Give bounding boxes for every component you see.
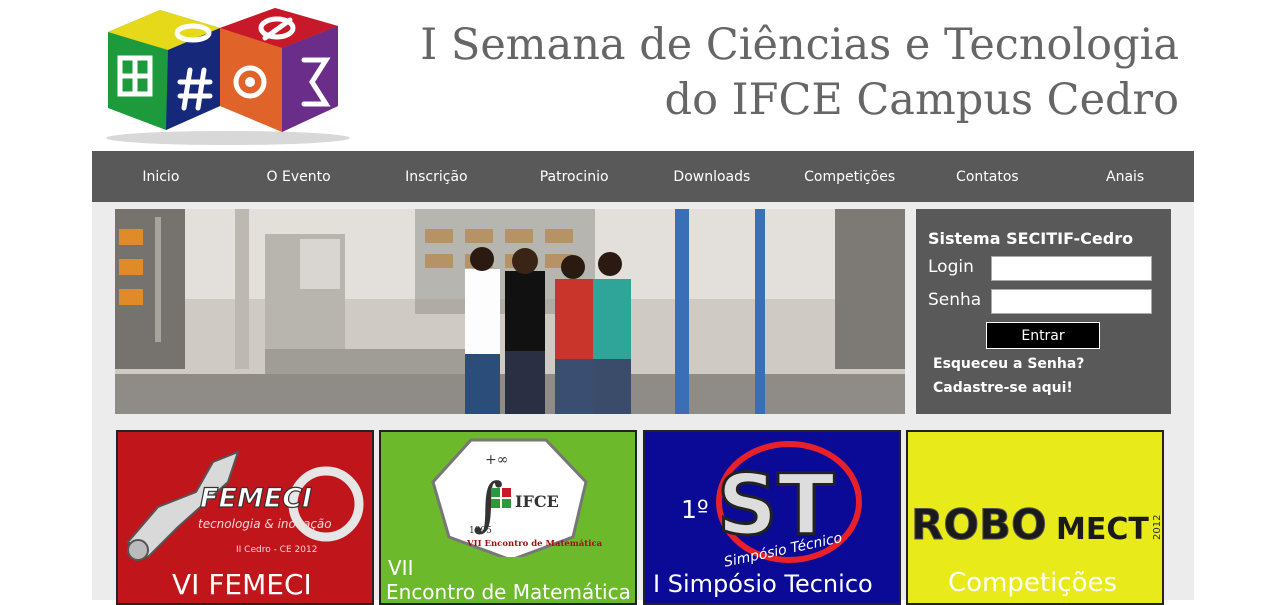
card-encontro-label-line1: VII bbox=[388, 556, 414, 580]
encontro-logo-sub: VII Encontro de Matemática bbox=[466, 538, 603, 549]
login-panel-title: Sistema SECITIF-Cedro bbox=[928, 229, 1134, 248]
card-encontro-label-line2: Encontro de Matemática bbox=[386, 580, 631, 604]
password-input[interactable] bbox=[991, 289, 1152, 314]
forgot-password-link[interactable]: Esqueceu a Senha? bbox=[933, 356, 1084, 372]
main-nav: Inicio O Evento Inscrição Patrocinio Dow… bbox=[92, 151, 1194, 202]
card-femeci-label: VI FEMECI bbox=[172, 568, 312, 601]
nav-item-patrocinio[interactable]: Patrocinio bbox=[505, 151, 643, 202]
nav-item-o-evento[interactable]: O Evento bbox=[230, 151, 368, 202]
login-label: Login bbox=[928, 257, 974, 277]
robomect-logo-year: 2012 bbox=[1152, 515, 1163, 540]
femeci-logo-sub: tecnologia & inovação bbox=[198, 517, 332, 531]
card-simposio-label: I Simpósio Tecnico bbox=[653, 570, 873, 598]
card-femeci[interactable]: FEMECI tecnologia & inovação II Cedro - … bbox=[116, 430, 374, 605]
robomect-logo-text: ROBO bbox=[911, 500, 1047, 549]
password-label: Senha bbox=[928, 290, 982, 310]
hero-photo bbox=[115, 209, 905, 414]
login-panel: Sistema SECITIF-Cedro Login Senha Entrar… bbox=[916, 209, 1171, 414]
site-title-line2: do IFCE Campus Cedro bbox=[664, 75, 1179, 125]
card-competicoes-label: Competições bbox=[948, 568, 1118, 598]
femeci-logo-text: FEMECI bbox=[200, 483, 312, 514]
nav-item-contatos[interactable]: Contatos bbox=[919, 151, 1057, 202]
signup-link[interactable]: Cadastre-se aqui! bbox=[933, 380, 1073, 396]
svg-text:+∞: +∞ bbox=[485, 452, 508, 468]
simposio-logo-num: 1º bbox=[681, 495, 709, 524]
card-competicoes[interactable]: ROBO MECT 2012 Competições bbox=[906, 430, 1164, 605]
nav-item-inscricao[interactable]: Inscrição bbox=[368, 151, 506, 202]
nav-item-downloads[interactable]: Downloads bbox=[643, 151, 781, 202]
encontro-logo-year: 1995 bbox=[469, 526, 492, 536]
card-simposio-tecnico[interactable]: 1º ST Simpósio Técnico I Simpósio Tecnic… bbox=[643, 430, 901, 605]
simposio-logo: 1º ST Simpósio Técnico bbox=[681, 441, 862, 567]
nav-item-anais[interactable]: Anais bbox=[1056, 151, 1194, 202]
nav-item-inicio[interactable]: Inicio bbox=[92, 151, 230, 202]
site-title: I Semana de Ciências e Tecnologia do IFC… bbox=[419, 18, 1179, 128]
login-input[interactable] bbox=[991, 256, 1152, 281]
femeci-logo: FEMECI tecnologia & inovação II Cedro - … bbox=[126, 450, 364, 561]
encontro-matematica-logo: +∞ ∫ IFCE 1995 VII Encontro de Matemátic… bbox=[431, 438, 603, 557]
robomect-logo-text2: MECT bbox=[1056, 512, 1149, 547]
encontro-logo-text: IFCE bbox=[515, 492, 559, 511]
site-title-line1: I Semana de Ciências e Tecnologia bbox=[420, 20, 1179, 70]
event-logo[interactable] bbox=[100, 0, 358, 148]
robomect-logo: ROBO MECT 2012 bbox=[911, 500, 1163, 550]
nav-item-competicoes[interactable]: Competições bbox=[781, 151, 919, 202]
femeci-logo-foot: II Cedro - CE 2012 bbox=[236, 545, 317, 555]
card-encontro-matematica[interactable]: +∞ ∫ IFCE 1995 VII Encontro de Matemátic… bbox=[379, 430, 637, 605]
login-submit-button[interactable]: Entrar bbox=[986, 322, 1100, 349]
